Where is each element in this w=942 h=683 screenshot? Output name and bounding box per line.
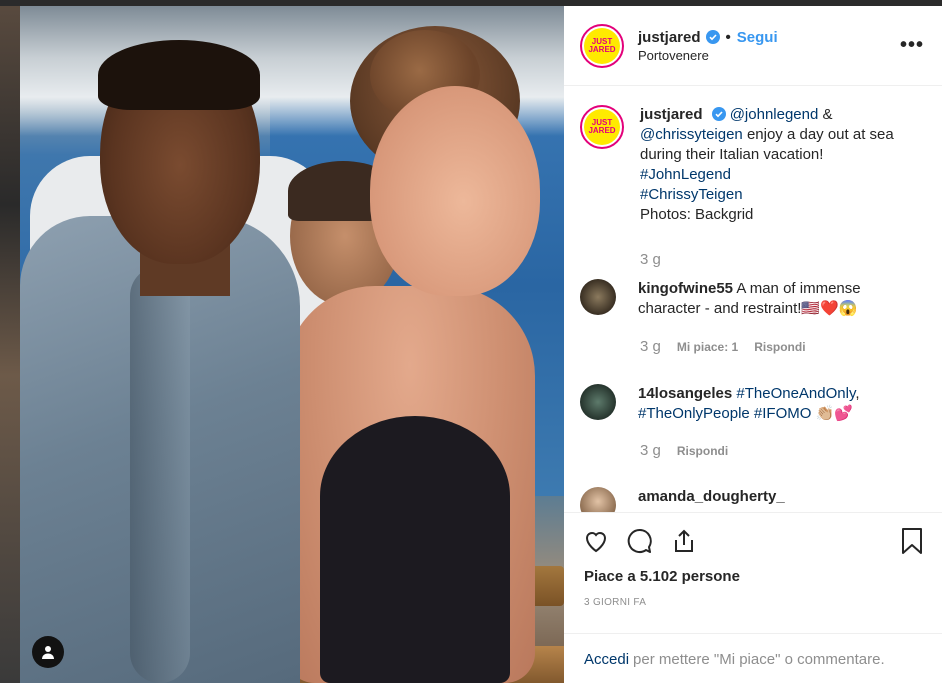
comment-item: kingofwine55 A man of immense character … (580, 279, 918, 319)
post-date: 3 GIORNI FA (584, 597, 647, 608)
commenter-avatar[interactable] (580, 384, 616, 420)
login-link[interactable]: Accedi (584, 651, 629, 668)
hashtag-link[interactable]: #ChrissyTeigen (640, 186, 743, 203)
caption-username[interactable]: justjared (640, 106, 703, 123)
comments-list[interactable]: JUST JARED justjared @johnlegend & @chris… (564, 87, 942, 512)
verified-badge-icon (711, 107, 726, 121)
comment-text: amanda_dougherty_ (638, 487, 918, 512)
comment-meta: 3 g Mi piace: 1 Rispondi (640, 338, 806, 355)
tagged-users-button[interactable] (32, 636, 64, 668)
login-prompt: Accedi per mettere "Mi piace" o commenta… (564, 633, 942, 683)
timestamp[interactable]: 3 g (640, 442, 661, 459)
profile-avatar[interactable]: JUST JARED (580, 23, 624, 68)
hashtag-link[interactable]: #IFOMO (754, 405, 812, 422)
post-username[interactable]: justjared (638, 29, 701, 46)
hashtag-link[interactable]: #JohnLegend (640, 166, 731, 183)
location-link[interactable]: Portovenere (638, 48, 778, 63)
post-photo[interactable] (20, 6, 564, 683)
mention-link[interactable]: @chrissyteigen (640, 126, 743, 143)
comment-username[interactable]: amanda_dougherty_ (638, 488, 785, 505)
justjared-logo: JUST JARED (584, 109, 620, 145)
caption-meta: 3 g (640, 251, 661, 268)
comment-username[interactable]: kingofwine55 (638, 280, 733, 297)
post-header: JUST JARED justjared • Segui Portovenere … (564, 6, 942, 86)
verified-badge-icon (705, 30, 720, 44)
comment-username[interactable]: 14losangeles (638, 385, 732, 402)
comment-icon[interactable] (626, 527, 654, 555)
timestamp[interactable]: 3 g (640, 338, 661, 355)
commenter-avatar[interactable] (580, 487, 616, 512)
separator-dot: • (725, 28, 731, 46)
hashtag-link[interactable]: #TheOnlyPeople (638, 405, 750, 422)
comment-meta: 3 g Rispondi (640, 442, 728, 459)
commenter-avatar[interactable] (580, 279, 616, 315)
heart-icon[interactable] (582, 527, 610, 555)
caption-avatar[interactable]: JUST JARED (580, 105, 624, 149)
bookmark-icon[interactable] (900, 527, 924, 555)
backdrop-strip (0, 0, 20, 683)
photo-credit: Photos: Backgrid (640, 206, 754, 223)
reply-button[interactable]: Rispondi (677, 444, 728, 458)
follow-button[interactable]: Segui (737, 29, 778, 46)
share-icon[interactable] (670, 527, 698, 555)
comment-item: 14losangeles #TheOneAndOnly, #TheOnlyPeo… (580, 384, 918, 424)
reply-button[interactable]: Rispondi (754, 340, 805, 354)
post-actions: Piace a 5.102 persone 3 GIORNI FA Accedi… (564, 512, 942, 683)
login-prompt-text: per mettere "Mi piace" o commentare. (633, 650, 885, 668)
timestamp[interactable]: 3 g (640, 251, 661, 268)
post-sidebar: JUST JARED justjared • Segui Portovenere … (564, 6, 942, 683)
comment-text: kingofwine55 A man of immense character … (638, 280, 861, 317)
user-icon (42, 646, 54, 659)
caption-item: JUST JARED justjared @johnlegend & @chris… (580, 105, 920, 225)
hashtag-link[interactable]: #TheOneAndOnly (736, 385, 855, 402)
comment-likes[interactable]: Mi piace: 1 (677, 340, 738, 354)
mention-link[interactable]: @johnlegend (730, 106, 819, 123)
caption-text: justjared @johnlegend & @chrissyteigen e… (640, 106, 894, 223)
more-options-icon[interactable]: ••• (900, 34, 924, 57)
comment-text: 14losangeles #TheOneAndOnly, #TheOnlyPeo… (638, 385, 860, 422)
justjared-logo: JUST JARED (584, 27, 620, 64)
comment-item: amanda_dougherty_ (580, 487, 918, 512)
likes-count[interactable]: Piace a 5.102 persone (584, 568, 740, 585)
